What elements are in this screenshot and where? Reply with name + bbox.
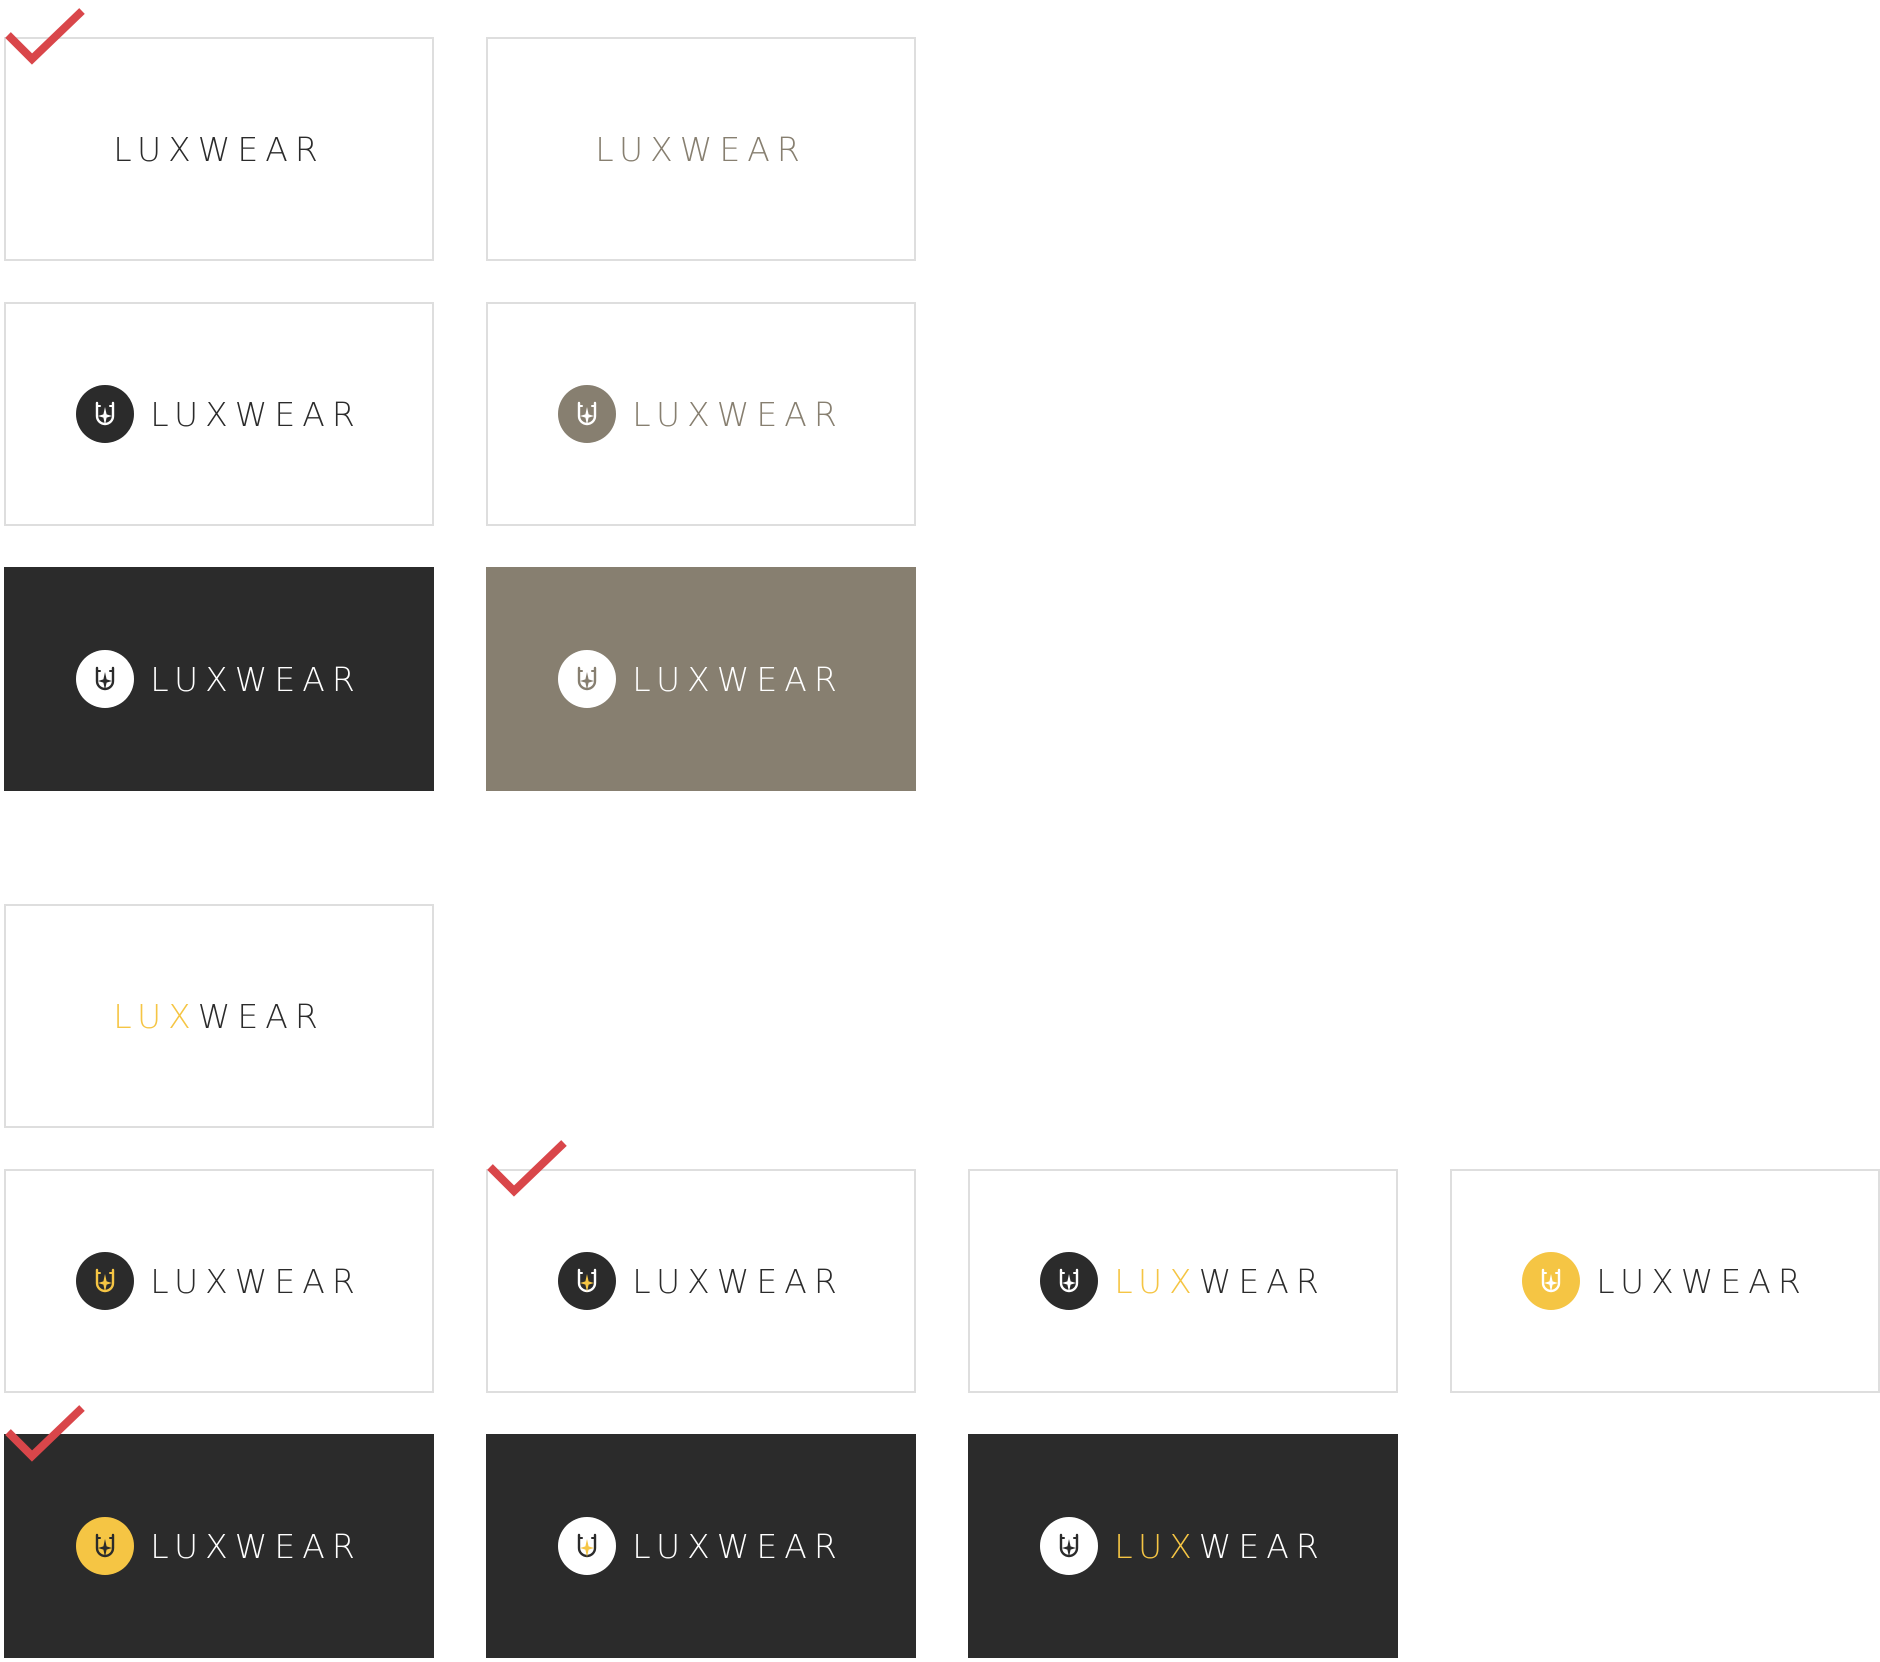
wordmark-wear: WEAR bbox=[1680, 1261, 1808, 1301]
logo-variant-card: LUXWEAR bbox=[486, 1169, 916, 1393]
wordmark-wear: WEAR bbox=[234, 659, 362, 699]
wordmark-lux: LUX bbox=[150, 1261, 235, 1301]
logo-variant-card: LUXWEAR bbox=[1450, 1169, 1880, 1393]
wordmark-wear: WEAR bbox=[234, 394, 362, 434]
brand-emblem-icon bbox=[1040, 1517, 1099, 1575]
wordmark-lux: LUX bbox=[595, 129, 680, 169]
logo-variant-card: LUXWEAR bbox=[968, 1169, 1398, 1393]
wordmark-wear: WEAR bbox=[197, 129, 325, 169]
wordmark-wear: WEAR bbox=[234, 1526, 362, 1566]
brand-emblem-icon bbox=[558, 650, 617, 708]
brand-wordmark: LUXWEAR bbox=[595, 133, 807, 166]
brand-wordmark: LUXWEAR bbox=[1596, 1265, 1808, 1298]
brand-emblem-icon bbox=[76, 650, 135, 708]
brand-wordmark: LUXWEAR bbox=[632, 398, 844, 431]
logo-variant-card: LUXWEAR bbox=[486, 567, 916, 791]
brand-wordmark: LUXWEAR bbox=[1114, 1530, 1326, 1563]
wordmark-wear: WEAR bbox=[716, 659, 844, 699]
logo-variant-card: LUXWEAR bbox=[4, 1169, 434, 1393]
brand-emblem-icon bbox=[76, 1517, 135, 1575]
wordmark-lux: LUX bbox=[150, 1526, 235, 1566]
wordmark-wear: WEAR bbox=[716, 1526, 844, 1566]
logo-variant-card: LUXWEAR bbox=[4, 567, 434, 791]
wordmark-lux: LUX bbox=[632, 659, 717, 699]
brand-wordmark: LUXWEAR bbox=[1114, 1265, 1326, 1298]
brand-wordmark: LUXWEAR bbox=[150, 1530, 362, 1563]
logo-variant-card: LUXWEAR bbox=[486, 1434, 916, 1658]
brand-wordmark: LUXWEAR bbox=[150, 1265, 362, 1298]
brand-wordmark: LUXWEAR bbox=[150, 663, 362, 696]
brand-emblem-icon bbox=[558, 1252, 617, 1310]
wordmark-lux: LUX bbox=[632, 1526, 717, 1566]
brand-wordmark: LUXWEAR bbox=[150, 398, 362, 431]
logo-variant-card: LUXWEAR bbox=[4, 37, 434, 261]
wordmark-lux: LUX bbox=[1114, 1261, 1199, 1301]
brand-emblem-icon bbox=[558, 1517, 617, 1575]
brand-wordmark: LUXWEAR bbox=[632, 1265, 844, 1298]
wordmark-wear: WEAR bbox=[1198, 1261, 1326, 1301]
wordmark-lux: LUX bbox=[113, 996, 198, 1036]
wordmark-wear: WEAR bbox=[1198, 1526, 1326, 1566]
wordmark-wear: WEAR bbox=[234, 1261, 362, 1301]
logo-variant-card: LUXWEAR bbox=[4, 302, 434, 526]
logo-variant-board: LUXWEAR LUXWEAR LUXWEAR LUXWEAR LUXWEAR LUXWE… bbox=[0, 0, 1880, 1662]
wordmark-lux: LUX bbox=[632, 394, 717, 434]
wordmark-lux: LUX bbox=[113, 129, 198, 169]
logo-variant-card: LUXWEAR bbox=[486, 302, 916, 526]
brand-emblem-icon bbox=[1040, 1252, 1099, 1310]
brand-wordmark: LUXWEAR bbox=[632, 1530, 844, 1563]
brand-wordmark: LUXWEAR bbox=[113, 133, 325, 166]
brand-wordmark: LUXWEAR bbox=[632, 663, 844, 696]
wordmark-lux: LUX bbox=[1596, 1261, 1681, 1301]
brand-emblem-icon bbox=[558, 385, 617, 443]
wordmark-wear: WEAR bbox=[716, 1261, 844, 1301]
wordmark-lux: LUX bbox=[150, 659, 235, 699]
wordmark-lux: LUX bbox=[1114, 1526, 1199, 1566]
logo-variant-card: LUXWEAR bbox=[968, 1434, 1398, 1658]
wordmark-wear: WEAR bbox=[679, 129, 807, 169]
logo-variant-card: LUXWEAR bbox=[4, 904, 434, 1128]
brand-wordmark: LUXWEAR bbox=[113, 1000, 325, 1033]
wordmark-wear: WEAR bbox=[716, 394, 844, 434]
brand-emblem-icon bbox=[76, 385, 135, 443]
logo-variant-card: LUXWEAR bbox=[486, 37, 916, 261]
wordmark-lux: LUX bbox=[632, 1261, 717, 1301]
brand-emblem-icon bbox=[1522, 1252, 1581, 1310]
wordmark-wear: WEAR bbox=[197, 996, 325, 1036]
wordmark-lux: LUX bbox=[150, 394, 235, 434]
logo-variant-card: LUXWEAR bbox=[4, 1434, 434, 1658]
brand-emblem-icon bbox=[76, 1252, 135, 1310]
